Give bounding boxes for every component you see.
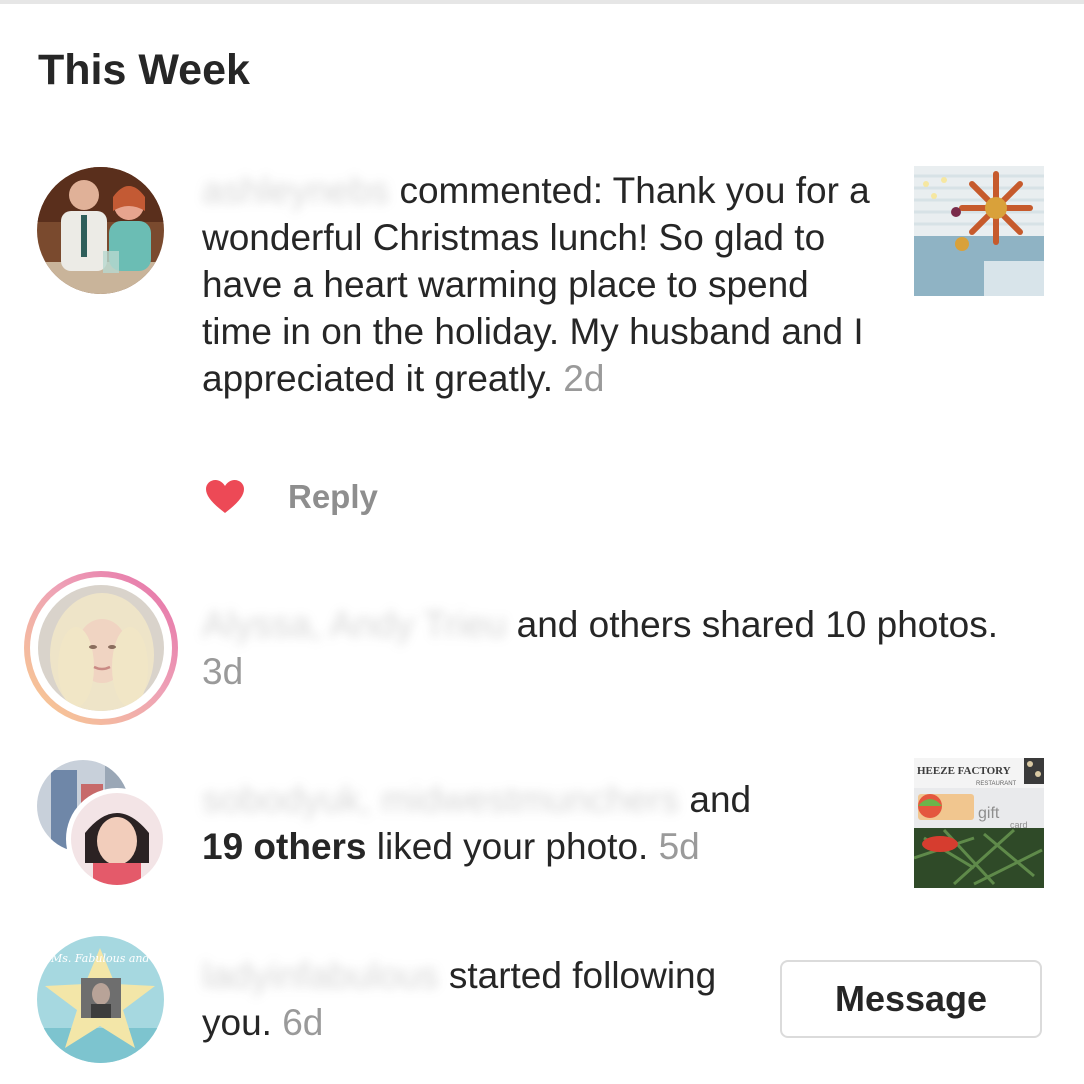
username[interactable]: ashleynebs (202, 170, 389, 211)
liked-post-thumbnail[interactable]: HEEZE FACTORY RESTAURANT gift card (914, 758, 1044, 888)
post-thumbnail[interactable] (914, 166, 1044, 296)
reply-button[interactable]: Reply (288, 478, 378, 516)
timestamp: 2d (563, 358, 605, 399)
avatar-midwestmunchers[interactable] (66, 788, 168, 890)
username[interactable]: Alyssa, Andy Trieu (202, 604, 506, 645)
heart-icon[interactable] (206, 480, 244, 514)
thumbnail-gift: gift (978, 805, 1000, 822)
top-divider (0, 0, 1084, 4)
others-count[interactable]: 19 others (202, 826, 367, 867)
notification-liked-text: sobodyuk, midwestmunchers and 19 others … (202, 779, 752, 867)
avatar-alyssa (38, 585, 164, 711)
avatar-story-ring[interactable] (24, 571, 178, 725)
timestamp: 6d (282, 1002, 324, 1043)
notification-follow-text: ladyinfabulous started following you. 6d (202, 955, 717, 1043)
section-title: This Week (38, 46, 250, 94)
avatar-caption: Ms. Fabulous and Co (50, 952, 164, 965)
thumbnail-subtitle: RESTAURANT (976, 781, 1017, 787)
avatar-ladyinfabulous[interactable]: Ms. Fabulous and Co (37, 936, 164, 1063)
timestamp: 5d (658, 826, 700, 867)
notification-comment-text: ashleynebs commented: Thank you for a wo… (202, 170, 870, 399)
comment-actions: Reply (206, 478, 378, 516)
thumbnail-brand: HEEZE FACTORY (917, 765, 1011, 777)
timestamp: 3d (202, 651, 244, 692)
notification-shared-text: Alyssa, Andy Trieu and others shared 10 … (202, 604, 998, 692)
avatar-ashleynebs[interactable] (37, 167, 164, 294)
username[interactable]: sobodyuk, midwestmunchers (202, 779, 679, 820)
message-button[interactable]: Message (780, 960, 1042, 1038)
username[interactable]: ladyinfabulous (202, 955, 439, 996)
